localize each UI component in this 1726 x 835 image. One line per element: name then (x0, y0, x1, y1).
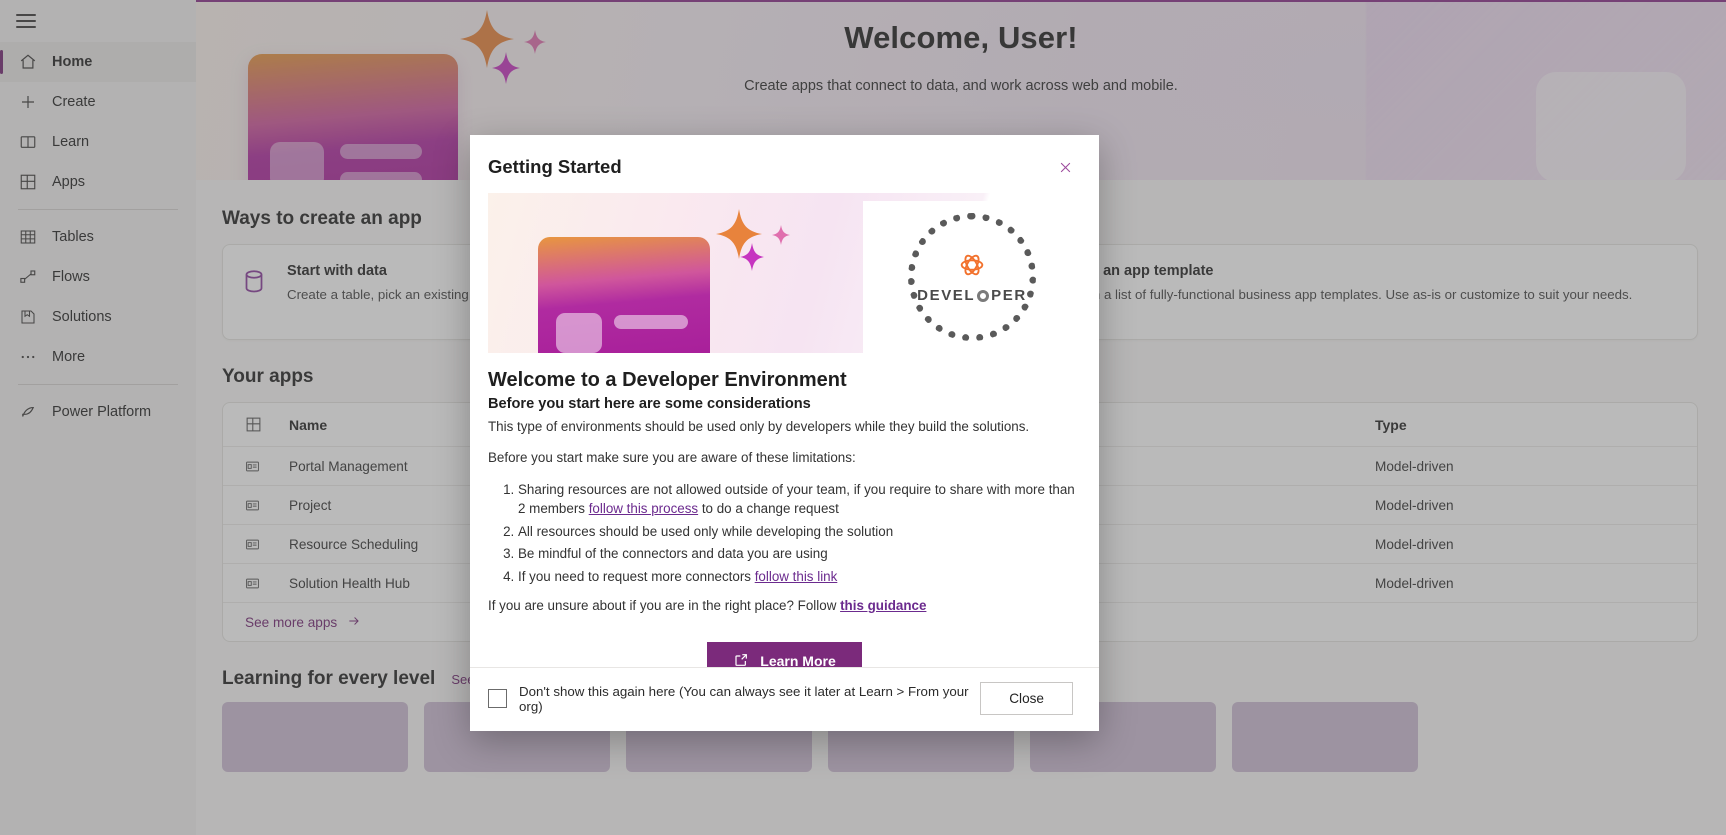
dont-show-again-label: Don't show this again here (You can alwa… (519, 683, 969, 714)
limitation-text-post: to do a change request (698, 501, 839, 517)
close-button[interactable]: Close (980, 682, 1073, 715)
list-item: Sharing resources are not allowed outsid… (518, 480, 1081, 519)
learn-more-button-row: Learn More (488, 641, 1081, 668)
dont-show-again-row: Don't show this again here (You can alwa… (488, 684, 980, 714)
learn-more-button[interactable]: Learn More (707, 641, 862, 668)
this-guidance-link[interactable]: this guidance (840, 598, 926, 613)
dialog-footer: Don't show this again here (You can alwa… (470, 667, 1099, 731)
dont-show-again-checkbox[interactable] (488, 689, 507, 708)
dialog-body: DEVEL PER Welcome to a Developer Environ… (470, 187, 1099, 667)
learn-more-label: Learn More (760, 653, 836, 667)
dialog-header: Getting Started (470, 135, 1099, 187)
power-platform-flower-icon (957, 250, 987, 285)
dialog-guidance-text: If you are unsure about if you are in th… (488, 596, 1081, 615)
limitation-text: If you need to request more connectors (518, 568, 755, 584)
dialog-banner-image: DEVEL PER (488, 193, 1081, 353)
badge-label: DEVEL PER (917, 287, 1027, 304)
follow-this-link-link[interactable]: follow this link (755, 569, 838, 584)
badge-circle-border: DEVEL PER (908, 213, 1036, 341)
banner-app-illustration (538, 237, 710, 353)
limitations-list: Sharing resources are not allowed outsid… (488, 480, 1081, 586)
list-item: If you need to request more connectors f… (518, 567, 1081, 586)
getting-started-dialog: Getting Started DEVEL PER Welcome to a D… (470, 135, 1099, 731)
sparkle-icon-medium (740, 243, 764, 271)
sparkle-icon-small (772, 225, 790, 245)
dialog-limitations-lead: Before you start make sure you are aware… (488, 450, 856, 466)
follow-this-process-link[interactable]: follow this process (589, 501, 698, 516)
dialog-title: Getting Started (488, 156, 622, 177)
external-link-icon (733, 652, 749, 668)
dialog-subheading: Before you start here are some considera… (488, 396, 811, 412)
badge-o-ring-icon (977, 289, 990, 302)
badge-word-left: DEVEL (917, 287, 976, 304)
limitation-text: Be mindful of the connectors and data yo… (518, 546, 828, 562)
list-item: Be mindful of the connectors and data yo… (518, 544, 1081, 563)
close-x-icon[interactable] (1051, 153, 1079, 181)
list-item: All resources should be used only while … (518, 522, 1081, 541)
app-root: Home Create Learn Apps Tables Flows Solu… (0, 0, 1726, 835)
limitation-text: All resources should be used only while … (518, 523, 894, 539)
dialog-heading: Welcome to a Developer Environment (488, 369, 847, 391)
developer-badge: DEVEL PER (863, 201, 1081, 353)
guidance-prefix: If you are unsure about if you are in th… (488, 598, 841, 614)
badge-word-right: PER (991, 287, 1027, 304)
dialog-intro-text: This type of environments should be used… (488, 419, 1030, 434)
